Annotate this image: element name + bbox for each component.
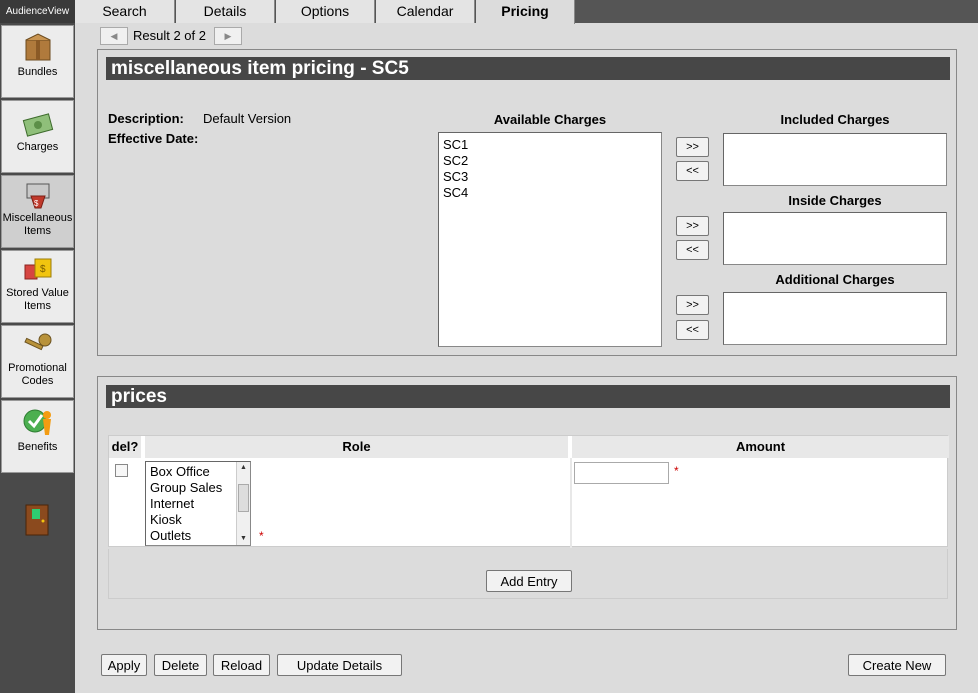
add-additional-charge-button[interactable]: >> <box>676 295 709 315</box>
role-list-scrollbar[interactable]: ▲ ▼ <box>236 462 250 545</box>
result-counter: Result 2 of 2 <box>133 28 206 43</box>
scroll-thumb[interactable] <box>238 484 249 512</box>
previous-result-button[interactable]: ◀ <box>100 27 128 45</box>
misc-items-icon: $ <box>26 183 49 209</box>
scroll-up-icon[interactable]: ▲ <box>237 462 250 474</box>
stored-value-icon: $ <box>24 258 51 280</box>
available-charges-label: Available Charges <box>493 112 607 127</box>
remove-inside-charge-button[interactable]: << <box>676 240 709 260</box>
list-item[interactable]: SC1 <box>439 137 661 153</box>
included-charges-label: Included Charges <box>780 112 890 127</box>
included-charges-list[interactable] <box>723 133 947 186</box>
sidebar-item-bundles[interactable]: Bundles <box>1 25 74 98</box>
available-charges-list[interactable]: SC1 SC2 SC3 SC4 <box>438 132 662 347</box>
sidebar-item-charges[interactable]: Charges <box>1 100 74 173</box>
column-divider <box>570 458 572 548</box>
column-header-role: Role <box>145 436 570 458</box>
svg-text:$: $ <box>34 199 39 208</box>
list-item[interactable]: Box Office <box>146 464 250 480</box>
pricing-panel: miscellaneous item pricing - SC5 Descrip… <box>97 49 957 356</box>
effective-date-label: Effective Date: <box>108 131 199 146</box>
list-item[interactable]: Group Sales <box>146 480 250 496</box>
inside-charges-list[interactable] <box>723 212 947 265</box>
delete-button[interactable]: Delete <box>154 654 207 676</box>
scroll-down-icon[interactable]: ▼ <box>237 533 250 545</box>
prices-table: del? Role Amount Box Office Group Sales … <box>108 435 949 548</box>
role-select-list[interactable]: Box Office Group Sales Internet Kiosk Ou… <box>145 461 251 546</box>
column-header-amount: Amount <box>572 436 949 458</box>
charges-icon <box>22 113 53 137</box>
benefits-icon <box>23 409 51 435</box>
sidebar-item-stored-value[interactable]: $ Stored Value Items <box>1 250 74 323</box>
reload-button[interactable]: Reload <box>213 654 270 676</box>
tab-search[interactable]: Search <box>75 0 175 23</box>
apply-button[interactable]: Apply <box>101 654 147 676</box>
sidebar-item-benefits[interactable]: Benefits <box>1 400 74 473</box>
key-icon <box>23 333 51 351</box>
sidebar: AudienceView Bundles Charges $ Miscellan… <box>0 0 75 693</box>
remove-included-charge-button[interactable]: << <box>676 161 709 181</box>
inside-charges-label: Inside Charges <box>788 193 882 208</box>
additional-charges-label: Additional Charges <box>775 272 895 287</box>
sidebar-item-promo-codes[interactable]: Promotional Codes <box>1 325 74 398</box>
amount-input[interactable] <box>574 462 669 484</box>
next-result-button[interactable]: ▶ <box>214 27 242 45</box>
list-item[interactable]: Outlets <box>146 528 250 544</box>
description-label: Description: <box>108 111 184 126</box>
tab-calendar[interactable]: Calendar <box>376 0 475 23</box>
column-header-del: del? <box>109 436 143 458</box>
add-inside-charge-button[interactable]: >> <box>676 216 709 236</box>
create-new-button[interactable]: Create New <box>848 654 946 676</box>
bundles-icon <box>25 33 50 61</box>
additional-charges-list[interactable] <box>723 292 947 345</box>
amount-required-marker: * <box>674 464 679 478</box>
role-required-marker: * <box>259 529 264 543</box>
list-item[interactable]: Kiosk <box>146 512 250 528</box>
add-included-charge-button[interactable]: >> <box>676 137 709 157</box>
svg-text:$: $ <box>40 264 46 275</box>
tab-options[interactable]: Options <box>276 0 375 23</box>
prices-panel: prices del? Role Amount Box Office Group… <box>97 376 957 630</box>
prices-footer: Add Entry <box>108 549 948 599</box>
brand-logo: AudienceView <box>0 0 75 23</box>
list-item[interactable]: SC2 <box>439 153 661 169</box>
prices-panel-title: prices <box>106 385 950 408</box>
update-details-button[interactable]: Update Details <box>277 654 402 676</box>
exit-door-icon[interactable] <box>24 503 50 537</box>
description-value: Default Version <box>203 111 292 126</box>
tab-bar: Search Details Options Calendar Pricing <box>75 0 978 24</box>
tab-pricing[interactable]: Pricing <box>476 0 575 24</box>
delete-row-checkbox[interactable] <box>115 464 128 477</box>
sidebar-item-misc-items[interactable]: $ Miscellaneous Items <box>1 175 74 248</box>
tab-details[interactable]: Details <box>176 0 275 23</box>
list-item[interactable]: SC4 <box>439 185 661 201</box>
list-item[interactable]: SC3 <box>439 169 661 185</box>
list-item[interactable]: Internet <box>146 496 250 512</box>
remove-additional-charge-button[interactable]: << <box>676 320 709 340</box>
add-entry-button[interactable]: Add Entry <box>486 570 572 592</box>
pricing-panel-title: miscellaneous item pricing - SC5 <box>106 57 950 80</box>
